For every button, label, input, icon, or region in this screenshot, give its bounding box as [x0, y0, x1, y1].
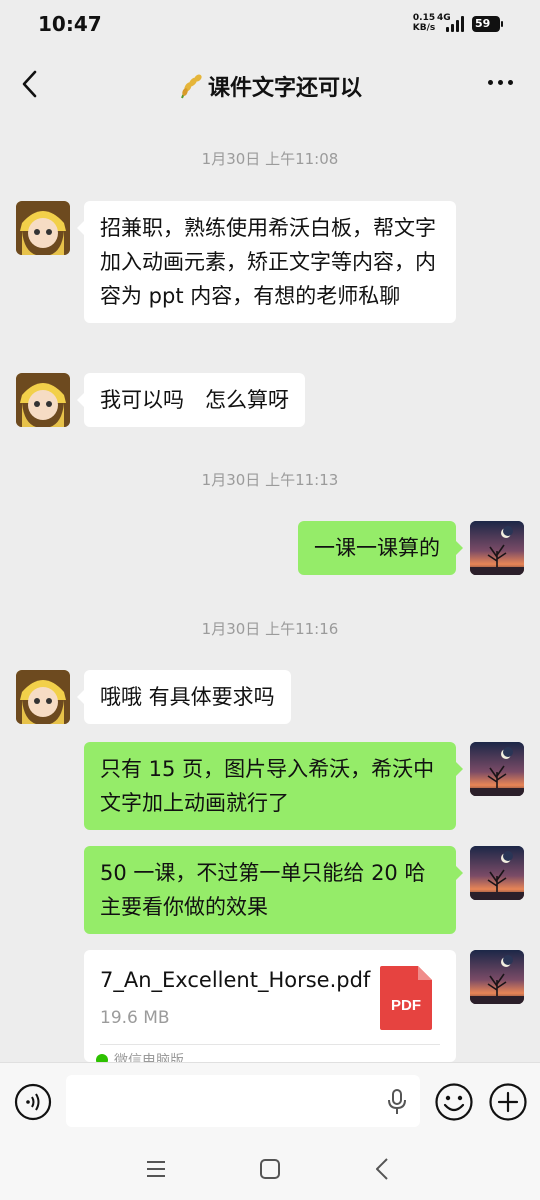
message-text: 只有 15 页，图片导入希沃，希沃中文字加上动画就行了 [100, 757, 435, 815]
avatar[interactable] [470, 846, 524, 900]
wechat-icon [96, 1054, 108, 1062]
microphone-icon[interactable] [386, 1089, 408, 1115]
chat-title-text: 课件文字还可以 [207, 76, 362, 101]
signal-icon [446, 16, 466, 32]
net-speed: 0.15 KB/s [412, 13, 436, 33]
input-bar [0, 1062, 540, 1138]
avatar-image [470, 950, 524, 1004]
file-name: 7_An_Excellent_Horse.pdf [100, 968, 371, 992]
message-bubble[interactable]: 只有 15 页，图片导入希沃，希沃中文字加上动画就行了 [84, 742, 463, 830]
message-text: 50 一课，不过第一单只能给 20 哈 主要看你做的效果 [100, 861, 426, 919]
message-text: 一课一课算的 [314, 536, 440, 560]
status-time: 10:47 [38, 12, 102, 36]
emoji-icon[interactable] [434, 1082, 474, 1122]
voice-icon[interactable] [14, 1083, 52, 1121]
timestamp: 1月30日 上午11:08 [201, 150, 339, 168]
rice-ear-icon [181, 74, 202, 99]
battery-icon: 59 [472, 16, 503, 32]
message-bubble[interactable]: 哦哦 有具体要求吗 [77, 670, 291, 724]
net-speed-value: 0.15 [412, 13, 436, 23]
battery-level: 59 [475, 17, 491, 30]
message-bubble[interactable]: 招兼职，熟练使用希沃白板，帮文字加入动画元素，矫正文字等内容，内容为 ppt 内… [77, 201, 456, 323]
message-bubble[interactable]: 50 一课，不过第一单只能给 20 哈 主要看你做的效果 [84, 846, 463, 934]
plus-icon[interactable] [488, 1082, 528, 1122]
avatar-image [470, 846, 524, 900]
message-bubble[interactable]: 一课一课算的 [298, 521, 463, 575]
system-nav-bar [0, 1138, 540, 1200]
message-input[interactable] [66, 1075, 420, 1127]
file-source-label: 微信电脑版 [114, 1053, 184, 1062]
avatar-image [470, 742, 524, 796]
file-source: 微信电脑版 [96, 1050, 184, 1062]
chat-title: 课件文字还可以 [0, 70, 540, 102]
avatar[interactable] [16, 201, 70, 255]
avatar[interactable] [470, 742, 524, 796]
more-dots-icon[interactable] [488, 80, 514, 88]
avatar-image [470, 521, 524, 575]
message-text: 哦哦 有具体要求吗 [100, 685, 275, 709]
pdf-type-label: PDF [391, 997, 421, 1014]
net-speed-unit: KB/s [412, 23, 436, 33]
avatar[interactable] [470, 521, 524, 575]
back-icon[interactable] [374, 1157, 390, 1181]
home-icon[interactable] [259, 1158, 281, 1180]
avatar-image [16, 373, 70, 427]
timestamp: 1月30日 上午11:13 [201, 471, 339, 489]
avatar[interactable] [470, 950, 524, 1004]
avatar[interactable] [16, 670, 70, 724]
avatar-image [16, 201, 70, 255]
message-bubble[interactable]: 我可以吗 怎么算呀 [77, 373, 305, 427]
file-message-card[interactable]: 7_An_Excellent_Horse.pdf 19.6 MB PDF 微信电… [84, 950, 456, 1062]
pdf-file-icon: PDF [380, 966, 432, 1030]
message-text: 招兼职，熟练使用希沃白板，帮文字加入动画元素，矫正文字等内容，内容为 ppt 内… [100, 216, 436, 308]
avatar[interactable] [16, 373, 70, 427]
divider [100, 1044, 440, 1045]
recent-apps-icon[interactable] [145, 1160, 167, 1178]
status-bar: 10:47 0.15 KB/s 4G 59 [0, 0, 540, 48]
avatar-image [16, 670, 70, 724]
timestamp: 1月30日 上午11:16 [201, 620, 339, 638]
message-text: 我可以吗 怎么算呀 [100, 388, 289, 412]
file-size: 19.6 MB [100, 1008, 170, 1028]
chat-header: 课件文字还可以 [0, 52, 540, 116]
